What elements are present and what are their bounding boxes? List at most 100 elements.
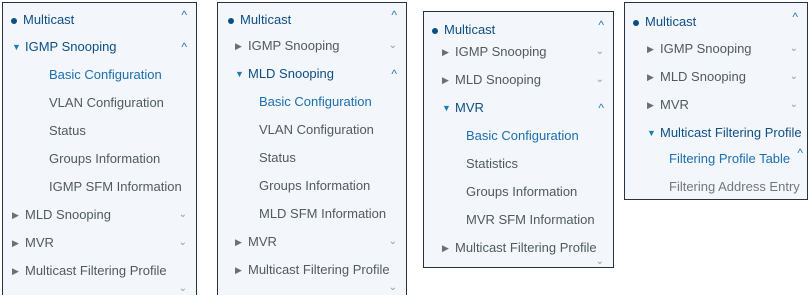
chevron-down-icon[interactable]: ⌄: [790, 63, 798, 91]
bullet-dot-icon: [633, 20, 639, 26]
menu-item-igmp-sfm-information[interactable]: IGMP SFM Information: [3, 173, 196, 201]
chevron-up-icon[interactable]: ^: [792, 3, 798, 31]
menu-item-basic-configuration[interactable]: Basic Configuration: [424, 122, 613, 150]
triangle-right-icon: ▶: [442, 75, 449, 85]
menu-mld-snooping[interactable]: ▼ MLD Snooping ^: [218, 60, 406, 88]
menu-mvr[interactable]: ▶ MVR ⌄: [218, 228, 406, 256]
menu-mfp-label: Multicast Filtering Profile: [660, 125, 802, 140]
bullet-dot-icon: [11, 18, 17, 24]
menu-item-label: Groups Information: [466, 184, 578, 199]
chevron-down-icon[interactable]: ⌄: [179, 201, 187, 229]
menu-mld-label: MLD Snooping: [660, 69, 746, 84]
menu-item-vlan-configuration[interactable]: VLAN Configuration: [218, 116, 406, 144]
menu-multicast[interactable]: Multicast ^: [218, 6, 406, 34]
menu-item-groups-information[interactable]: Groups Information: [218, 172, 406, 200]
triangle-down-icon: ▼: [12, 42, 21, 52]
triangle-right-icon: ▶: [12, 210, 19, 220]
menu-item-label: Groups Information: [49, 151, 161, 166]
menu-igmp-label: IGMP Snooping: [455, 44, 547, 59]
menu-mvr-label: MVR: [660, 97, 689, 112]
menu-mvr[interactable]: ▶ MVR ⌄: [625, 91, 807, 119]
menu-item-statistics[interactable]: Statistics: [424, 150, 613, 178]
menu-mvr-label: MVR: [25, 235, 54, 250]
menu-multicast[interactable]: Multicast ^: [625, 8, 807, 36]
menu-panel-filtering-profile: Multicast ^ ▶ IGMP Snooping ⌄ ▶ MLD Snoo…: [624, 2, 808, 200]
menu-mld-snooping[interactable]: ▶ MLD Snooping ⌄: [3, 201, 196, 229]
chevron-up-icon[interactable]: ^: [181, 33, 187, 61]
menu-multicast-filtering-profile[interactable]: ▼ Multicast Filtering Profile: [625, 119, 807, 147]
menu-multicast-label: Multicast: [240, 12, 292, 27]
triangle-right-icon: ▶: [442, 47, 449, 57]
menu-item-status[interactable]: Status: [3, 117, 196, 145]
menu-multicast[interactable]: Multicast ^: [3, 6, 196, 34]
chevron-down-icon[interactable]: ⌄: [790, 35, 798, 63]
menu-igmp-snooping[interactable]: ▼ IGMP Snooping ^: [3, 33, 196, 61]
menu-multicast-label: Multicast: [23, 12, 75, 27]
menu-igmp-snooping[interactable]: ▶ IGMP Snooping ⌄: [424, 38, 613, 66]
menu-mld-snooping[interactable]: ▶ MLD Snooping ⌄: [625, 63, 807, 91]
menu-igmp-label: IGMP Snooping: [25, 39, 117, 54]
chevron-up-icon[interactable]: ^: [797, 139, 803, 167]
menu-mvr-label: MVR: [248, 234, 277, 249]
chevron-down-icon[interactable]: ⌄: [389, 228, 397, 256]
menu-item-groups-information[interactable]: Groups Information: [3, 145, 196, 173]
menu-item-vlan-configuration[interactable]: VLAN Configuration: [3, 89, 196, 117]
triangle-down-icon: ▼: [647, 128, 656, 138]
menu-igmp-label: IGMP Snooping: [248, 38, 340, 53]
chevron-down-icon[interactable]: ⌄: [596, 66, 604, 94]
menu-item-label: IGMP SFM Information: [49, 179, 182, 194]
menu-item-label: Basic Configuration: [259, 94, 372, 109]
menu-item-label: VLAN Configuration: [49, 95, 164, 110]
menu-scroll-more[interactable]: ⌄: [3, 275, 196, 303]
menu-item-label: Basic Configuration: [49, 67, 162, 82]
menu-item-groups-information[interactable]: Groups Information: [424, 178, 613, 206]
menu-panel-igmp: Multicast ^ ▼ IGMP Snooping ^ Basic Conf…: [2, 2, 197, 295]
menu-item-label: MVR SFM Information: [466, 212, 595, 227]
menu-item-filtering-profile-table[interactable]: Filtering Profile Table ^: [625, 145, 807, 173]
menu-mld-snooping[interactable]: ▶ MLD Snooping ⌄: [424, 66, 613, 94]
menu-scroll-more[interactable]: ⌄: [424, 248, 613, 276]
triangle-right-icon: ▶: [647, 100, 654, 110]
chevron-up-icon[interactable]: ^: [181, 1, 187, 29]
chevron-up-icon[interactable]: ^: [391, 60, 397, 88]
menu-item-mvr-sfm-information[interactable]: MVR SFM Information: [424, 206, 613, 234]
menu-mvr[interactable]: ▶ MVR ⌄: [3, 229, 196, 257]
chevron-down-icon[interactable]: ⌄: [179, 275, 187, 303]
menu-item-basic-configuration[interactable]: Basic Configuration: [218, 88, 406, 116]
bullet-dot-icon: [228, 18, 234, 24]
menu-mld-label: MLD Snooping: [248, 66, 334, 81]
chevron-up-icon[interactable]: ^: [598, 11, 604, 39]
menu-multicast-label: Multicast: [645, 14, 697, 29]
menu-item-label: Filtering Profile Table: [669, 151, 791, 166]
triangle-right-icon: ▶: [647, 44, 654, 54]
triangle-down-icon: ▼: [235, 69, 244, 79]
chevron-down-icon[interactable]: ⌄: [179, 229, 187, 257]
menu-item-status[interactable]: Status: [218, 144, 406, 172]
menu-item-basic-configuration[interactable]: Basic Configuration: [3, 61, 196, 89]
triangle-right-icon: ▶: [235, 41, 242, 51]
menu-item-label: MLD SFM Information: [259, 206, 387, 221]
menu-igmp-snooping[interactable]: ▶ IGMP Snooping ⌄: [625, 35, 807, 63]
menu-mvr-label: MVR: [455, 100, 484, 115]
chevron-up-icon[interactable]: ^: [391, 1, 397, 29]
menu-igmp-label: IGMP Snooping: [660, 41, 752, 56]
chevron-down-icon[interactable]: ⌄: [790, 91, 798, 119]
menu-item-mld-sfm-information[interactable]: MLD SFM Information: [218, 200, 406, 228]
menu-panel-mvr: Multicast ^ ▶ IGMP Snooping ⌄ ▶ MLD Snoo…: [423, 11, 614, 268]
menu-igmp-snooping[interactable]: ▶ IGMP Snooping ⌄: [218, 32, 406, 60]
bullet-dot-icon: [432, 28, 438, 34]
menu-item-label: Status: [49, 123, 86, 138]
triangle-right-icon: ▶: [647, 72, 654, 82]
chevron-down-icon[interactable]: ⌄: [389, 274, 397, 302]
menu-mvr[interactable]: ▼ MVR ^: [424, 94, 613, 122]
chevron-down-icon[interactable]: ⌄: [596, 38, 604, 66]
chevron-down-icon[interactable]: ⌄: [596, 248, 604, 276]
chevron-down-icon[interactable]: ⌄: [389, 32, 397, 60]
menu-item-filtering-address-entry[interactable]: Filtering Address Entry: [625, 173, 807, 201]
chevron-up-icon[interactable]: ^: [598, 94, 604, 122]
menu-item-label: Basic Configuration: [466, 128, 579, 143]
menu-scroll-more[interactable]: ⌄: [218, 274, 406, 302]
menu-item-label: Groups Information: [259, 178, 371, 193]
menu-item-label: Filtering Address Entry: [669, 179, 800, 194]
menu-mld-label: MLD Snooping: [455, 72, 541, 87]
